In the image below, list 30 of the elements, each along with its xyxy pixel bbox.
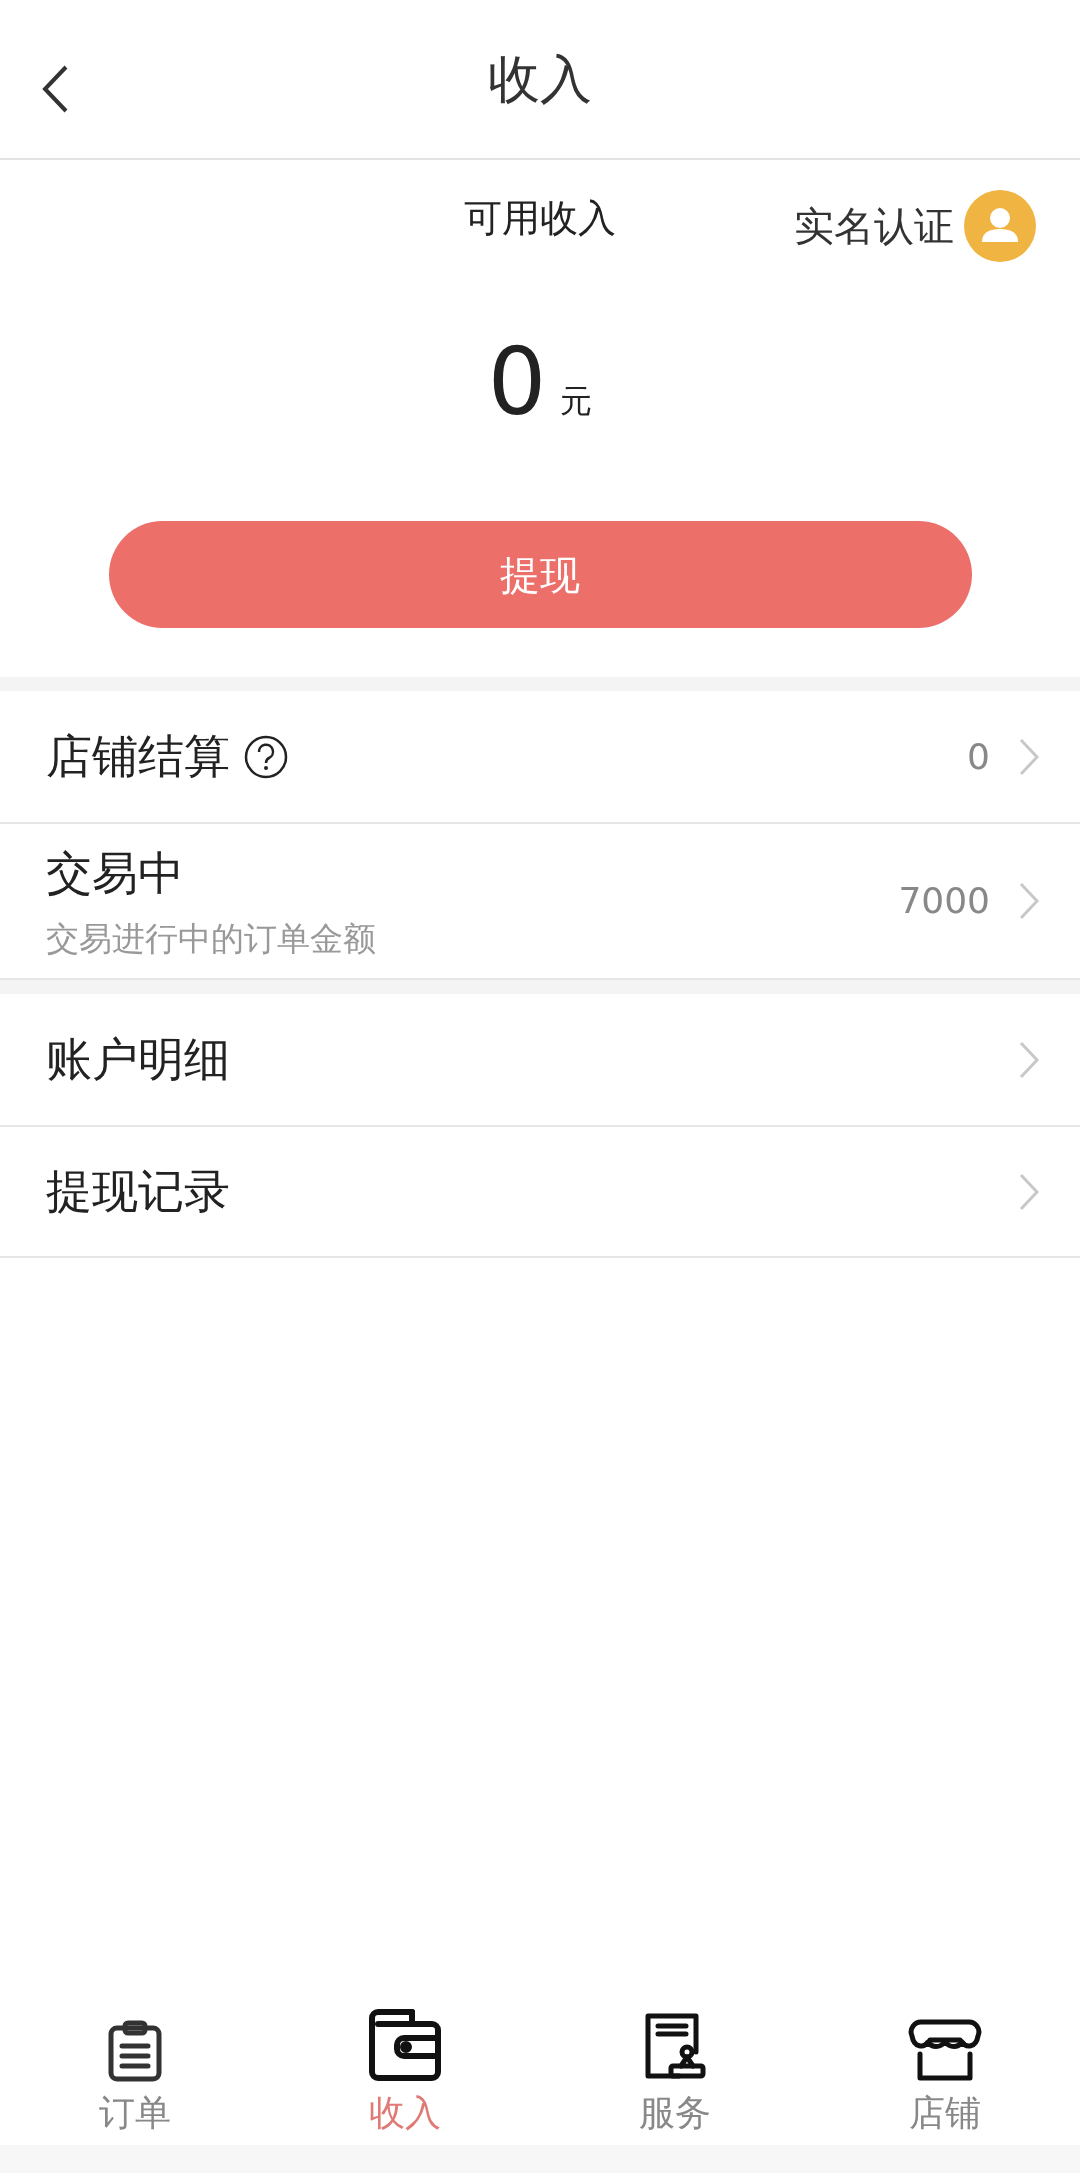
page-title: 收入 <box>488 49 592 109</box>
list-row[interactable]: 交易中 交易进行中的订单金额 7000 <box>0 822 1080 978</box>
back-icon <box>40 64 70 114</box>
list-row[interactable]: 账户明细 <box>0 994 1080 1125</box>
list-row[interactable]: 提现记录 <box>0 1125 1080 1256</box>
list-row[interactable]: 店铺结算 0 <box>0 691 1080 822</box>
store-icon <box>908 2018 982 2082</box>
row-title: 店铺结算 <box>46 728 230 785</box>
row-subtitle: 交易进行中的订单金额 <box>46 917 377 960</box>
chevron-right-icon <box>1018 881 1040 921</box>
row-value: 7000 <box>898 879 990 923</box>
avatar-icon <box>964 190 1036 262</box>
document-stamp-icon <box>643 2012 707 2082</box>
help-icon[interactable] <box>244 734 288 779</box>
nav-tab[interactable]: 店铺 <box>810 1990 1080 2140</box>
chevron-right-icon <box>1018 736 1040 777</box>
amount-value: 0 <box>487 337 547 429</box>
row-title: 账户明细 <box>46 1031 230 1088</box>
nav-tab[interactable]: 订单 <box>0 1990 270 2140</box>
clipboard-icon <box>107 2020 163 2082</box>
wallet-icon <box>368 2008 442 2082</box>
nav-tab[interactable]: 服务 <box>540 1990 810 2140</box>
chevron-right-icon <box>1018 1171 1040 1212</box>
available-income-label: 可用收入 <box>464 195 616 242</box>
verify-link[interactable]: 实名认证 <box>794 190 1036 262</box>
row-title: 交易中 <box>46 844 184 902</box>
row-title: 提现记录 <box>46 1163 230 1220</box>
row-value: 0 <box>967 734 990 779</box>
currency-unit: 元 <box>560 381 593 422</box>
chevron-right-icon <box>1018 1039 1040 1080</box>
